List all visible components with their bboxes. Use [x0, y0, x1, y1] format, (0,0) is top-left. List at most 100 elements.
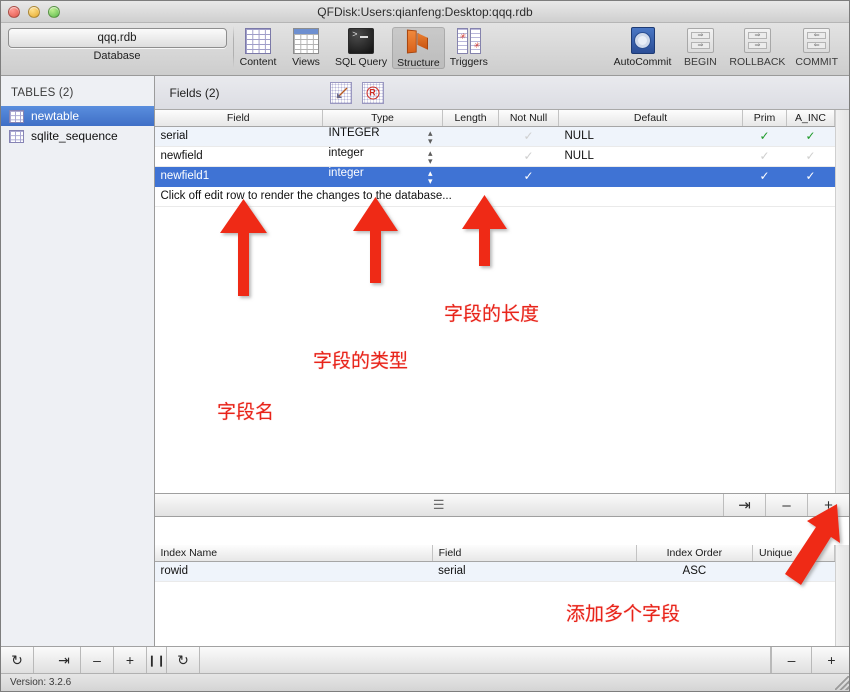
fields-col-a-inc[interactable]: A_INC: [786, 110, 835, 127]
toolbar-label-commit: COMMIT: [795, 56, 838, 68]
indexes-col-index-name[interactable]: Index Name: [154, 545, 433, 562]
rollback-icon: ⇒ ⇒: [742, 27, 772, 55]
fields-panel-header: Fields (2) R: [154, 76, 849, 110]
drag-grip-icon[interactable]: ☰: [155, 494, 724, 516]
fields-col-type[interactable]: Type: [322, 110, 443, 127]
fields-empty-space: [154, 206, 849, 590]
toolbar-item-structure[interactable]: Structure: [392, 27, 445, 69]
fields-col-prim[interactable]: Prim: [742, 110, 787, 127]
fields-col-field[interactable]: Field: [154, 110, 323, 127]
database-field[interactable]: qqq.rdb: [7, 28, 227, 48]
fields-col-length[interactable]: Length: [442, 110, 499, 127]
duplicate-row-button[interactable]: ⇥: [48, 647, 81, 673]
bottom-toolbar: ↻ ⇥ – + ❙❙ ↻ – +: [1, 646, 849, 673]
table-icon: [9, 129, 24, 143]
stepper-icon[interactable]: ▴ ▾: [428, 169, 433, 186]
refresh-button[interactable]: ↻: [1, 647, 34, 673]
table-row[interactable]: rowid serial ASC ✓: [154, 561, 849, 582]
cell-a-inc[interactable]: ✓: [786, 166, 835, 187]
cell-a-inc[interactable]: ✓: [786, 146, 835, 167]
resize-grip-icon[interactable]: [835, 676, 849, 690]
cell-index-unique[interactable]: ✓: [752, 561, 835, 582]
toolbar-label-rollback: ROLLBACK: [729, 56, 786, 68]
cell-field[interactable]: serial: [154, 126, 323, 147]
toolbar-item-triggers[interactable]: Triggers: [445, 27, 493, 68]
toolbar-item-begin[interactable]: ⇒ ⇒ BEGIN: [676, 27, 724, 68]
window-controls[interactable]: [8, 6, 60, 18]
add-row-button[interactable]: +: [114, 647, 147, 673]
sidebar-item-sqlite-sequence[interactable]: sqlite_sequence: [1, 126, 154, 146]
fields-col-not-null[interactable]: Not Null: [498, 110, 559, 127]
sidebar-label-newtable: newtable: [31, 109, 80, 123]
checkmark-icon: ✓: [759, 129, 770, 143]
indexes-col-index-order[interactable]: Index Order: [636, 545, 754, 562]
cell-a-inc[interactable]: ✓: [786, 126, 835, 147]
reload-button[interactable]: ↻: [167, 647, 200, 673]
remove-index-button[interactable]: –: [771, 647, 811, 673]
cell-default[interactable]: NULL: [558, 146, 743, 167]
cell-length[interactable]: [442, 146, 499, 167]
cell-length[interactable]: [442, 166, 499, 187]
cell-index-field[interactable]: serial: [432, 561, 637, 582]
indexes-col-field[interactable]: Field: [432, 545, 637, 562]
toolbar-item-commit[interactable]: ⇐ ⇐ COMMIT: [790, 27, 843, 68]
minimize-icon[interactable]: [28, 6, 40, 18]
cell-field[interactable]: newfield1: [154, 166, 323, 187]
zoom-icon[interactable]: [48, 6, 60, 18]
indexes-table: Index Name Field Index Order Unique rowi…: [154, 545, 849, 582]
pause-button[interactable]: ❙❙: [147, 647, 167, 673]
cell-type[interactable]: ▴ ▾ integer: [322, 166, 443, 187]
fields-header-row: Field Type Length Not Null Default Prim …: [154, 110, 849, 127]
table-row[interactable]: newfield ▴ ▾ integer ✓ NULL ✓ ✓: [154, 146, 849, 167]
cell-index-order[interactable]: ASC: [636, 561, 753, 582]
stepper-icon[interactable]: ▴ ▾: [428, 149, 433, 166]
fields-vertical-scrollbar[interactable]: [835, 110, 849, 493]
cell-not-null[interactable]: ✓: [498, 146, 559, 167]
remove-row-button[interactable]: –: [81, 647, 114, 673]
table-row[interactable]: serial ▴ ▾ INTEGER ✓ NULL ✓ ✓: [154, 126, 849, 147]
cell-prim[interactable]: ✓: [742, 166, 787, 187]
toolbar-item-sql-query[interactable]: SQL Query: [330, 27, 392, 68]
views-grid-icon: [291, 27, 321, 55]
checkmark-icon: ✓: [759, 149, 770, 163]
bottom-toolbar-spacer: [200, 647, 771, 673]
fields-table-area: Field Type Length Not Null Default Prim …: [154, 110, 849, 590]
edit-hint-text: Click off edit row to render the changes…: [154, 186, 849, 207]
cell-prim[interactable]: ✓: [742, 146, 787, 167]
table-grid-icon: [243, 27, 273, 55]
cell-prim[interactable]: ✓: [742, 126, 787, 147]
cell-type[interactable]: ▴ ▾ INTEGER: [322, 126, 443, 147]
add-index-button[interactable]: +: [811, 647, 849, 673]
checkmark-icon: ✓: [759, 169, 770, 183]
cell-default[interactable]: NULL: [558, 126, 743, 147]
sidebar-label-sqlite-sequence: sqlite_sequence: [31, 129, 118, 143]
stepper-icon[interactable]: ▴ ▾: [428, 129, 433, 146]
checkmark-icon: ✓: [805, 129, 816, 143]
toolbar-item-autocommit[interactable]: AutoCommit: [609, 27, 677, 68]
cell-index-name[interactable]: rowid: [154, 561, 433, 582]
add-field-button[interactable]: +: [807, 494, 849, 516]
cell-length[interactable]: [442, 126, 499, 147]
sidebar-item-newtable[interactable]: newtable: [1, 106, 154, 126]
edit-hint-row: Click off edit row to render the changes…: [154, 186, 849, 207]
cell-not-null[interactable]: ✓: [498, 126, 559, 147]
reset-r-icon[interactable]: R: [361, 81, 384, 104]
toolbar-item-views[interactable]: Views: [282, 27, 330, 68]
cell-not-null[interactable]: ✓: [498, 166, 559, 187]
indexes-col-unique[interactable]: Unique: [752, 545, 835, 562]
table-row[interactable]: newfield1 ▴ ▾ integer ✓ ✓ ✓: [154, 166, 849, 187]
cell-field[interactable]: newfield: [154, 146, 323, 167]
triggers-icon: [454, 27, 484, 55]
fields-col-default[interactable]: Default: [558, 110, 743, 127]
toolbar-item-content[interactable]: Content: [234, 27, 282, 68]
remove-field-button[interactable]: –: [765, 494, 807, 516]
close-icon[interactable]: [8, 6, 20, 18]
table-icon: [9, 109, 24, 123]
toolbar-item-rollback[interactable]: ⇒ ⇒ ROLLBACK: [724, 27, 790, 68]
relation-diagram-icon[interactable]: [329, 81, 352, 104]
cell-type[interactable]: ▴ ▾ integer: [322, 146, 443, 167]
duplicate-field-button[interactable]: ⇥: [723, 494, 765, 516]
sidebar: TABLES (2) newtable sqlite_sequence: [1, 76, 155, 691]
autocommit-icon: [628, 27, 658, 55]
cell-default[interactable]: [558, 166, 743, 187]
